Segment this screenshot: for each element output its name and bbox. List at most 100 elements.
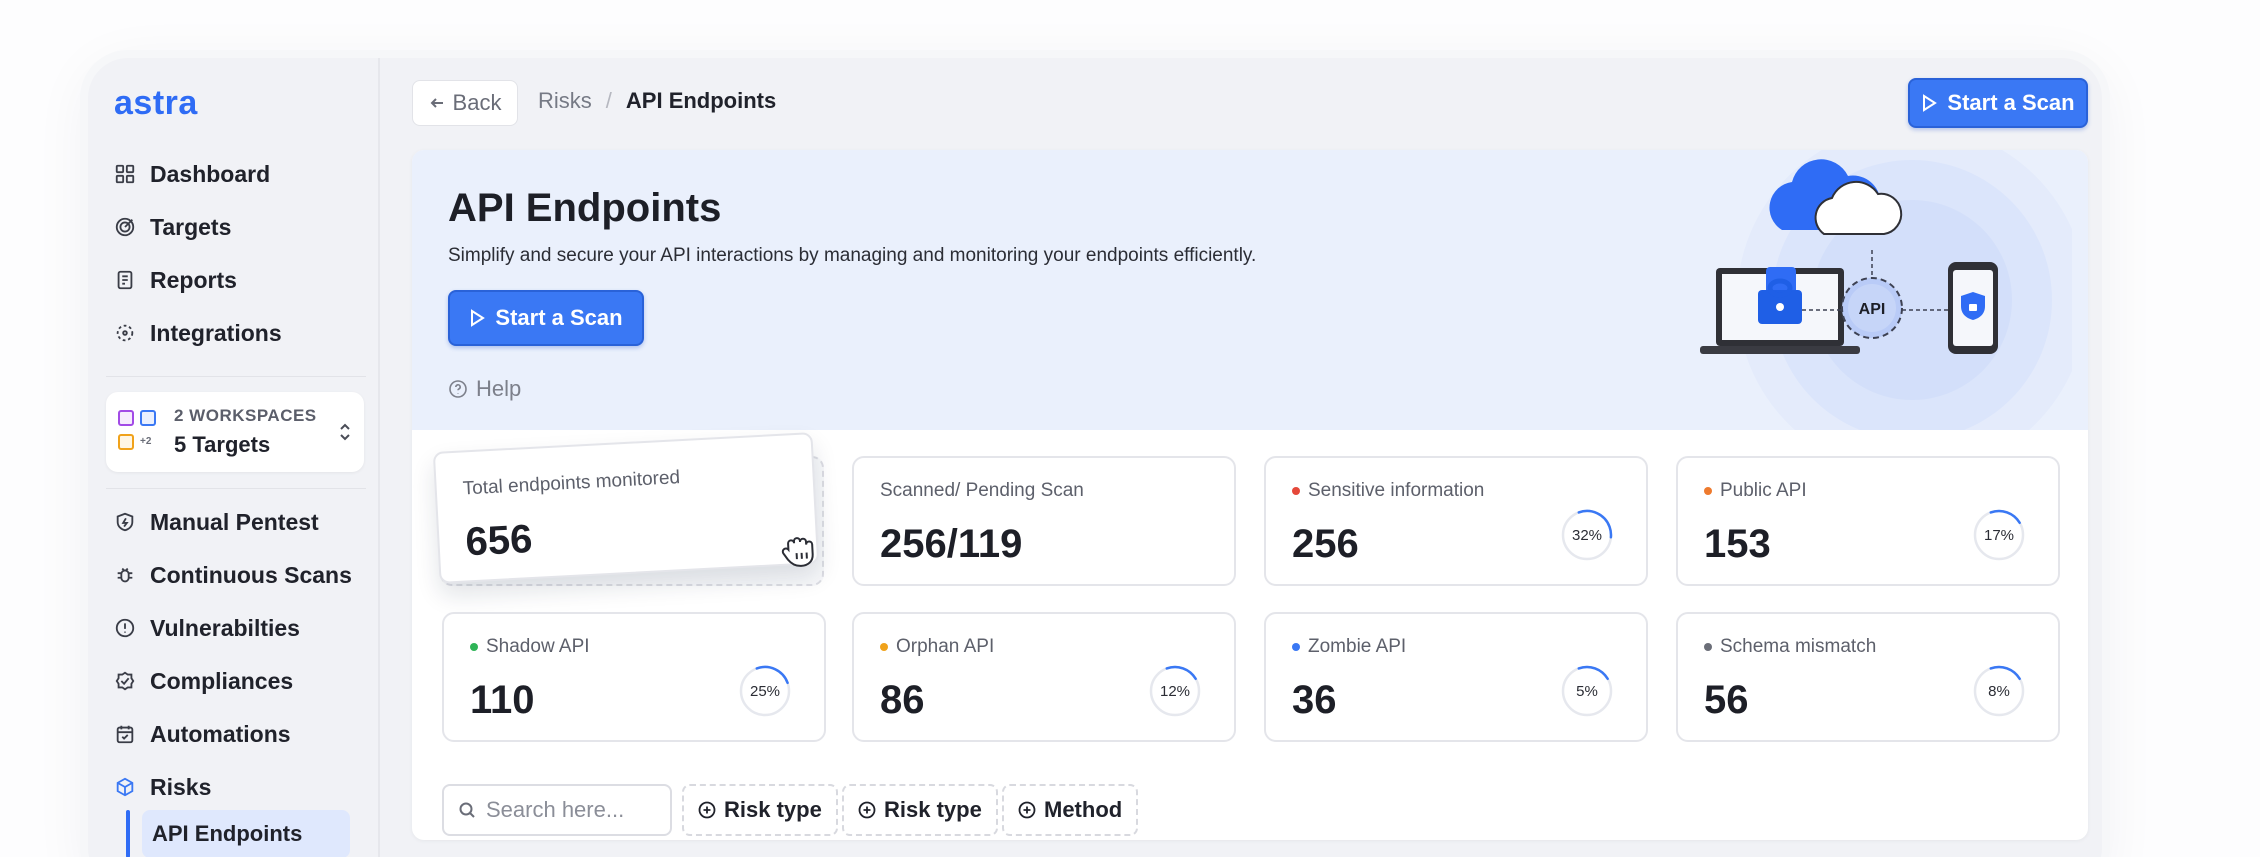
stat-value: 86 bbox=[880, 678, 925, 722]
progress-percent: 32% bbox=[1571, 526, 1603, 544]
sidebar-item-manual-pentest[interactable]: Manual Pentest bbox=[114, 502, 319, 542]
status-dot bbox=[1704, 643, 1712, 651]
grab-hand-icon bbox=[781, 537, 814, 567]
help-circle-icon bbox=[449, 380, 467, 398]
integrations-icon bbox=[116, 324, 134, 342]
sidebar-divider bbox=[106, 376, 366, 377]
plus-circle-icon bbox=[698, 801, 716, 819]
sidebar-item-risks[interactable]: Risks bbox=[114, 767, 211, 807]
stat-card-total-endpoints[interactable]: Total endpoints monitored 656 bbox=[432, 432, 820, 584]
arrow-left-icon bbox=[430, 98, 443, 108]
target-icon bbox=[115, 217, 135, 237]
plus-circle-icon bbox=[858, 801, 876, 819]
breadcrumb-separator: / bbox=[605, 88, 612, 113]
back-label: Back bbox=[452, 90, 502, 115]
sidebar-item-compliances[interactable]: Compliances bbox=[114, 661, 293, 701]
sidebar-item-label: Automations bbox=[150, 720, 291, 747]
sidebar-item-targets[interactable]: Targets bbox=[114, 207, 231, 247]
help-link[interactable]: Help bbox=[448, 376, 521, 402]
sidebar-item-integrations[interactable]: Integrations bbox=[114, 313, 282, 353]
progress-percent: 12% bbox=[1159, 682, 1191, 700]
page-subtitle: Simplify and secure your API interaction… bbox=[448, 245, 1257, 266]
stat-label: Shadow API bbox=[486, 636, 590, 657]
filter-label: Method bbox=[1044, 797, 1123, 822]
filter-label: Risk type bbox=[884, 797, 982, 822]
sidebar-subitem-api-endpoints[interactable]: API Endpoints bbox=[142, 810, 350, 857]
bug-icon bbox=[117, 567, 133, 583]
breadcrumb: Risks / API Endpoints bbox=[538, 88, 776, 114]
stat-label-wrap: Orphan API bbox=[880, 636, 994, 658]
shield-bolt-icon bbox=[116, 512, 134, 532]
sidebar-item-label: Vulnerabilties bbox=[150, 614, 300, 641]
stat-card-shadow-api[interactable]: Shadow API 110 25% bbox=[442, 612, 826, 742]
badge-check-icon bbox=[115, 671, 135, 691]
app-window: astra Dashboard Targets Reports Integrat… bbox=[88, 58, 2102, 857]
stat-card-scanned[interactable]: Scanned/ Pending Scan 256/119 bbox=[852, 456, 1236, 586]
illustration-api-label: API bbox=[1859, 301, 1886, 318]
filter-method[interactable]: Method bbox=[1002, 784, 1139, 836]
sidebar: astra Dashboard Targets Reports Integrat… bbox=[88, 58, 380, 857]
start-scan-label: Start a Scan bbox=[1947, 90, 2075, 115]
stat-label: Public API bbox=[1720, 480, 1807, 501]
sidebar-item-label: Manual Pentest bbox=[150, 508, 319, 535]
filter-risk-type[interactable]: Risk type bbox=[682, 784, 838, 836]
stat-label: Sensitive information bbox=[1308, 480, 1485, 501]
stat-value: 110 bbox=[470, 678, 535, 722]
active-indicator bbox=[126, 810, 130, 857]
sidebar-item-reports[interactable]: Reports bbox=[114, 260, 237, 300]
sidebar-item-label: Continuous Scans bbox=[150, 561, 352, 588]
back-button[interactable]: Back bbox=[412, 80, 518, 126]
stat-card-sensitive[interactable]: Sensitive information 256 32% bbox=[1264, 456, 1648, 586]
hero-start-scan-button[interactable]: Start a Scan bbox=[448, 290, 644, 346]
stat-label: Zombie API bbox=[1308, 636, 1407, 657]
status-dot bbox=[470, 643, 478, 651]
stat-value: 256/119 bbox=[880, 522, 1023, 566]
stat-value: 153 bbox=[1704, 522, 1771, 566]
workspace-extra-count: +2 bbox=[140, 436, 152, 447]
filter-label: Risk type bbox=[724, 797, 822, 822]
search-icon bbox=[459, 802, 475, 818]
sidebar-item-vulnerabilities[interactable]: Vulnerabilties bbox=[114, 608, 300, 648]
api-illustration: API bbox=[1700, 150, 2072, 430]
plus-circle-icon bbox=[1018, 801, 1036, 819]
workspace-switcher[interactable]: +2 2 WORKSPACES 5 Targets bbox=[106, 392, 364, 472]
stat-label-wrap: Sensitive information bbox=[1292, 480, 1484, 502]
stat-label: Scanned/ Pending Scan bbox=[880, 480, 1084, 501]
status-dot bbox=[880, 643, 888, 651]
workspace-title: 2 WORKSPACES bbox=[174, 406, 317, 425]
stat-value: 56 bbox=[1704, 678, 1749, 722]
sidebar-item-label: Compliances bbox=[150, 667, 294, 694]
stat-card-orphan-api[interactable]: Orphan API 86 12% bbox=[852, 612, 1236, 742]
sidebar-item-label: Dashboard bbox=[150, 160, 271, 187]
start-scan-button[interactable]: Start a Scan bbox=[1908, 78, 2088, 128]
stat-card-schema-mismatch[interactable]: Schema mismatch 56 8% bbox=[1676, 612, 2060, 742]
stat-label-wrap: Schema mismatch bbox=[1704, 636, 1876, 658]
sidebar-item-dashboard[interactable]: Dashboard bbox=[114, 154, 270, 194]
stat-card-public-api[interactable]: Public API 153 17% bbox=[1676, 456, 2060, 586]
alert-circle-icon bbox=[115, 618, 135, 638]
status-dot bbox=[1704, 487, 1712, 495]
filter-risk-type-2[interactable]: Risk type bbox=[842, 784, 998, 836]
sidebar-item-automations[interactable]: Automations bbox=[114, 714, 291, 754]
stat-label: Orphan API bbox=[896, 636, 995, 657]
status-dot bbox=[1292, 643, 1300, 651]
stat-value: 256 bbox=[1292, 522, 1359, 566]
grid-icon bbox=[115, 164, 135, 184]
sidebar-item-label: Risks bbox=[150, 773, 212, 800]
progress-percent: 5% bbox=[1576, 682, 1598, 700]
play-icon bbox=[471, 309, 486, 327]
sidebar-item-label: Targets bbox=[150, 213, 232, 240]
progress-percent: 25% bbox=[749, 682, 781, 700]
stat-label: Schema mismatch bbox=[1720, 636, 1877, 657]
breadcrumb-risks[interactable]: Risks bbox=[538, 88, 592, 114]
breadcrumb-current: API Endpoints bbox=[625, 88, 777, 113]
stat-value: 656 bbox=[464, 516, 534, 565]
play-icon bbox=[1923, 94, 1938, 112]
search-input[interactable]: Search here... bbox=[442, 784, 672, 836]
sidebar-item-continuous-scans[interactable]: Continuous Scans bbox=[114, 555, 352, 595]
stat-value: 36 bbox=[1292, 678, 1337, 722]
stat-card-zombie-api[interactable]: Zombie API 36 5% bbox=[1264, 612, 1648, 742]
chevron-updown-icon bbox=[340, 423, 350, 441]
main-panel: API Endpoints Simplify and secure your A… bbox=[412, 150, 2088, 840]
progress-percent: 17% bbox=[1983, 526, 2015, 544]
